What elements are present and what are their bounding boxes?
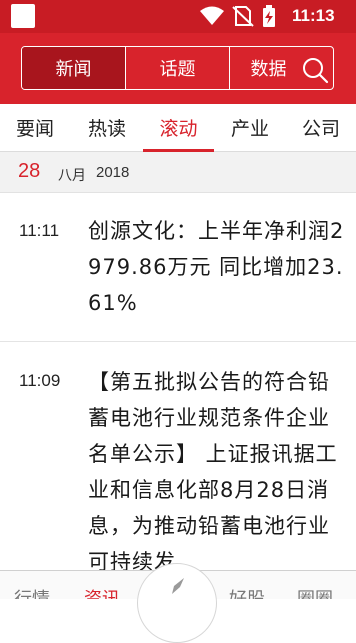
- no-sim-icon: [232, 6, 254, 27]
- category-tabs: 要闻 热读 滚动 产业 公司: [0, 104, 356, 152]
- news-title: 创源文化：上半年净利润2979.86万元 同比增加23.61%: [88, 219, 345, 315]
- top-bar: 新闻 话题 数据: [0, 33, 356, 104]
- news-item[interactable]: 11:09 【第五批拟公告的符合铅蓄电池行业规范条件企业名单公示】 上证报讯据工…: [0, 342, 356, 582]
- compass-icon: [172, 578, 184, 594]
- tab-rolling-label: 滚动: [159, 118, 198, 140]
- bottom-nav-market[interactable]: 行情: [14, 585, 50, 599]
- center-action-button[interactable]: [137, 563, 217, 643]
- tab-company[interactable]: 公司: [286, 104, 356, 152]
- date-header: 28 八月 2018: [0, 152, 356, 193]
- segment-topics-label: 话题: [159, 59, 196, 80]
- status-icons: [198, 4, 286, 28]
- tab-rolling[interactable]: 滚动: [143, 104, 214, 152]
- tab-company-label: 公司: [301, 118, 340, 140]
- date-day: 28: [18, 160, 41, 182]
- status-bar: 11:13: [0, 0, 356, 33]
- search-icon[interactable]: [301, 56, 329, 89]
- segment-topics[interactable]: 话题: [125, 47, 229, 89]
- segment-news-label: 新闻: [55, 59, 92, 80]
- tab-important[interactable]: 要闻: [0, 104, 70, 152]
- tab-industry[interactable]: 产业: [215, 104, 285, 152]
- tab-hot[interactable]: 热读: [72, 104, 142, 152]
- news-time: 11:11: [19, 221, 60, 240]
- news-item[interactable]: 11:11 创源文化：上半年净利润2979.86万元 同比增加23.61%: [0, 193, 356, 342]
- wifi-icon: [200, 6, 224, 25]
- segment-data[interactable]: 数据: [229, 47, 333, 89]
- news-time: 11:09: [19, 371, 61, 390]
- bottom-nav-circles[interactable]: 圈圈: [297, 585, 333, 599]
- bottom-nav-news[interactable]: 资讯: [84, 585, 120, 599]
- tab-industry-label: 产业: [230, 118, 269, 140]
- status-time: 11:13: [292, 6, 335, 25]
- segment-news[interactable]: 新闻: [22, 47, 125, 89]
- app-square-icon: [11, 4, 35, 28]
- battery-charging-icon: [263, 5, 275, 27]
- date-month: 八月: [58, 168, 86, 184]
- news-title: 【第五批拟公告的符合铅蓄电池行业规范条件企业名单公示】 上证报讯据工业和信息化部…: [88, 370, 338, 574]
- date-year: 2018: [96, 164, 130, 181]
- segment-data-label: 数据: [250, 59, 287, 80]
- segmented-control: 新闻 话题 数据: [21, 46, 334, 90]
- tab-important-label: 要闻: [15, 118, 54, 140]
- tab-hot-label: 热读: [87, 118, 126, 140]
- bottom-nav-stocks[interactable]: 好股: [229, 585, 265, 599]
